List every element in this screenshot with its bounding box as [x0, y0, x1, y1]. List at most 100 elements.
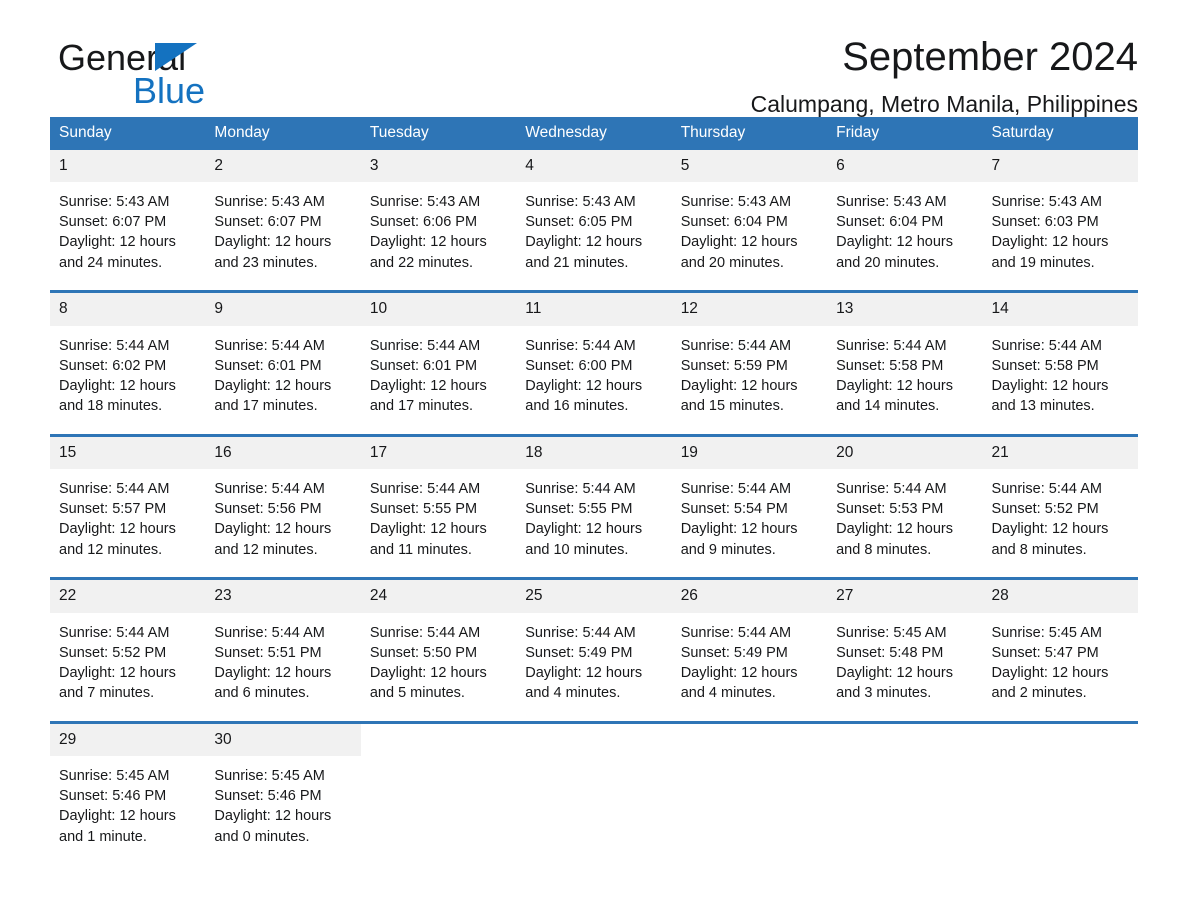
sunrise-text: Sunrise: 5:45 AM	[836, 624, 947, 641]
calendar-day-cell[interactable]: 10 Sunrise: 5:44 AM Sunset: 6:01 PM Dayligh…	[360, 290, 517, 435]
calendar-day-cell[interactable]: 27 Sunrise: 5:45 AM Sunset: 5:48 PM Dayligh…	[827, 577, 983, 722]
calendar-day-cell[interactable]: 15 Sunrise: 5:44 AM Sunset: 5:57 PM Dayligh…	[50, 433, 206, 579]
calendar-day-cell[interactable]: 7 Sunrise: 5:43 AM Sunset: 6:03 PM Daylight…	[982, 149, 1138, 292]
calendar-day-cell[interactable]: 20 Sunrise: 5:44 AM Sunset: 5:53 PM Dayligh…	[827, 433, 983, 579]
daylight-text-line2: and 8 minutes.	[836, 541, 932, 558]
daylight-text-line1: Daylight: 12 hours	[525, 664, 643, 681]
calendar-day-cell[interactable]: 30 Sunrise: 5:45 AM Sunset: 5:46 PM Dayligh…	[205, 720, 361, 864]
sunset-text: Sunset: 5:59 PM	[680, 357, 788, 374]
calendar-day-cell[interactable]: 14 Sunrise: 5:44 AM Sunset: 5:58 PM Dayligh…	[982, 290, 1138, 435]
day-details: Sunrise: 5:44 AM Sunset: 6:01 PM Daylight:…	[361, 326, 516, 434]
day-details	[516, 756, 671, 864]
page-subtitle: Calumpang, Metro Manila, Philippines	[750, 91, 1138, 117]
daylight-text-line1: Daylight: 12 hours	[214, 521, 332, 538]
calendar-day-cell[interactable]: 3 Sunrise: 5:43 AM Sunset: 6:06 PM Daylight…	[360, 149, 517, 292]
calendar-day-cell[interactable]: 2 Sunrise: 5:43 AM Sunset: 6:07 PM Daylight…	[205, 149, 361, 292]
sunrise-text: Sunrise: 5:44 AM	[836, 481, 947, 497]
day-details: Sunrise: 5:43 AM Sunset: 6:05 PM Daylight:…	[516, 182, 671, 290]
daylight-text-line1: Daylight: 12 hours	[214, 234, 332, 251]
calendar-day-cell[interactable]: 1 Sunrise: 5:43 AM Sunset: 6:07 PM Daylight…	[50, 149, 206, 292]
day-number: 22	[50, 580, 206, 613]
day-number: 23	[205, 580, 361, 613]
day-details: Sunrise: 5:44 AM Sunset: 5:49 PM Daylight:…	[516, 613, 671, 721]
daylight-text-line1: Daylight: 12 hours	[991, 377, 1109, 394]
day-number: 6	[827, 149, 983, 182]
daylight-text-line2: and 11 minutes.	[369, 541, 472, 558]
sunset-text: Sunset: 5:56 PM	[214, 501, 322, 518]
page-masthead: General Blue September 2024 Calumpang, M…	[50, 0, 1138, 117]
calendar-day-cell[interactable]: 17 Sunrise: 5:44 AM Sunset: 5:55 PM Dayligh…	[360, 433, 517, 579]
calendar-day-cell[interactable]: 8 Sunrise: 5:44 AM Sunset: 6:02 PM Daylight…	[50, 290, 206, 435]
daylight-text-line1: Daylight: 12 hours	[214, 808, 332, 825]
day-details: Sunrise: 5:44 AM Sunset: 5:51 PM Daylight:…	[205, 613, 360, 721]
calendar-day-cell[interactable]: 25 Sunrise: 5:44 AM Sunset: 5:49 PM Dayligh…	[516, 577, 672, 722]
sunset-text: Sunset: 6:01 PM	[369, 357, 478, 374]
daylight-text-line2: and 1 minute.	[59, 828, 147, 845]
daylight-text-line2: and 10 minutes.	[525, 541, 629, 558]
daylight-text-line2: and 0 minutes.	[214, 828, 310, 845]
day-number: 24	[360, 580, 517, 613]
daylight-text-line1: Daylight: 12 hours	[369, 521, 487, 538]
calendar-week-row: 22 Sunrise: 5:44 AM Sunset: 5:52 PM Dayligh…	[50, 577, 1138, 722]
calendar-day-cell[interactable]: 28 Sunrise: 5:45 AM Sunset: 5:47 PM Dayligh…	[982, 577, 1138, 722]
sunrise-text: Sunrise: 5:44 AM	[59, 624, 170, 641]
day-details: Sunrise: 5:44 AM Sunset: 5:49 PM Daylight:…	[672, 613, 827, 721]
day-details: Sunrise: 5:44 AM Sunset: 5:57 PM Daylight:…	[50, 469, 205, 577]
day-details: Sunrise: 5:43 AM Sunset: 6:07 PM Daylight:…	[205, 182, 360, 290]
calendar-day-cell[interactable]: 5 Sunrise: 5:43 AM Sunset: 6:04 PM Daylight…	[671, 149, 828, 292]
day-number: 7	[982, 149, 1138, 182]
calendar-day-cell[interactable]: 21 Sunrise: 5:44 AM Sunset: 5:52 PM Dayligh…	[982, 433, 1138, 579]
day-number: 3	[360, 149, 517, 182]
daylight-text-line2: and 23 minutes.	[214, 254, 318, 271]
day-details: Sunrise: 5:43 AM Sunset: 6:03 PM Daylight:…	[983, 182, 1138, 290]
calendar-day-cell[interactable]: 16 Sunrise: 5:44 AM Sunset: 5:56 PM Dayligh…	[205, 433, 361, 579]
sunset-text: Sunset: 6:03 PM	[991, 214, 1099, 231]
day-number	[516, 724, 671, 756]
calendar-day-cell[interactable]: 6 Sunrise: 5:43 AM Sunset: 6:04 PM Daylight…	[827, 149, 983, 292]
daylight-text-line2: and 19 minutes.	[991, 254, 1095, 271]
calendar-day-cell[interactable]: 9 Sunrise: 5:44 AM Sunset: 6:01 PM Daylight…	[205, 290, 361, 435]
weekday-header-monday: Monday	[205, 117, 361, 150]
calendar-day-cell-empty	[360, 720, 517, 864]
sunset-text: Sunset: 5:55 PM	[369, 501, 478, 518]
calendar-day-cell[interactable]: 24 Sunrise: 5:44 AM Sunset: 5:50 PM Dayligh…	[360, 577, 517, 722]
calendar-day-cell[interactable]: 4 Sunrise: 5:43 AM Sunset: 6:05 PM Daylight…	[516, 149, 672, 292]
calendar-day-cell[interactable]: 23 Sunrise: 5:44 AM Sunset: 5:51 PM Dayligh…	[205, 577, 361, 722]
day-number: 26	[671, 580, 828, 613]
logo-triangle-icon	[155, 43, 197, 71]
page-title: September 2024	[842, 35, 1138, 79]
daylight-text-line2: and 9 minutes.	[680, 541, 776, 558]
sunrise-text: Sunrise: 5:43 AM	[214, 194, 325, 210]
daylight-text-line1: Daylight: 12 hours	[525, 521, 643, 538]
calendar-day-cell[interactable]: 29 Sunrise: 5:45 AM Sunset: 5:46 PM Dayligh…	[50, 720, 206, 864]
calendar-day-cell[interactable]: 12 Sunrise: 5:44 AM Sunset: 5:59 PM Dayligh…	[671, 290, 828, 435]
calendar-day-cell[interactable]: 19 Sunrise: 5:44 AM Sunset: 5:54 PM Dayligh…	[671, 433, 828, 579]
sunrise-text: Sunrise: 5:44 AM	[369, 481, 481, 497]
daylight-text-line1: Daylight: 12 hours	[59, 234, 176, 251]
calendar-day-cell[interactable]: 26 Sunrise: 5:44 AM Sunset: 5:49 PM Dayligh…	[671, 577, 828, 722]
day-number	[827, 724, 982, 756]
daylight-text-line1: Daylight: 12 hours	[680, 664, 798, 681]
calendar-header-row: Sunday Monday Tuesday Wednesday Thursday…	[50, 117, 1138, 150]
sunset-text: Sunset: 5:51 PM	[214, 644, 322, 661]
sunset-text: Sunset: 5:52 PM	[59, 644, 167, 661]
calendar-day-cell[interactable]: 18 Sunrise: 5:44 AM Sunset: 5:55 PM Dayligh…	[516, 433, 672, 579]
daylight-text-line1: Daylight: 12 hours	[369, 234, 487, 251]
daylight-text-line1: Daylight: 12 hours	[214, 664, 332, 681]
calendar-day-cell[interactable]: 11 Sunrise: 5:44 AM Sunset: 6:00 PM Dayligh…	[516, 290, 672, 435]
daylight-text-line2: and 7 minutes.	[59, 685, 155, 702]
daylight-text-line2: and 5 minutes.	[369, 685, 465, 702]
calendar-day-cell[interactable]: 22 Sunrise: 5:44 AM Sunset: 5:52 PM Dayligh…	[50, 577, 206, 722]
day-number: 29	[50, 723, 206, 756]
day-number: 11	[516, 293, 672, 326]
calendar-day-cell[interactable]: 13 Sunrise: 5:44 AM Sunset: 5:58 PM Dayligh…	[827, 290, 983, 435]
sunrise-text: Sunrise: 5:44 AM	[991, 481, 1102, 497]
day-details: Sunrise: 5:43 AM Sunset: 6:06 PM Daylight:…	[361, 182, 516, 290]
logo-text-general: General	[58, 37, 187, 78]
sunset-text: Sunset: 5:49 PM	[680, 644, 788, 661]
day-details	[827, 756, 982, 864]
day-number: 14	[982, 293, 1138, 326]
calendar-day-cell-empty	[671, 720, 828, 864]
sunrise-text: Sunrise: 5:44 AM	[525, 337, 636, 354]
day-details: Sunrise: 5:45 AM Sunset: 5:47 PM Daylight:…	[983, 613, 1138, 721]
